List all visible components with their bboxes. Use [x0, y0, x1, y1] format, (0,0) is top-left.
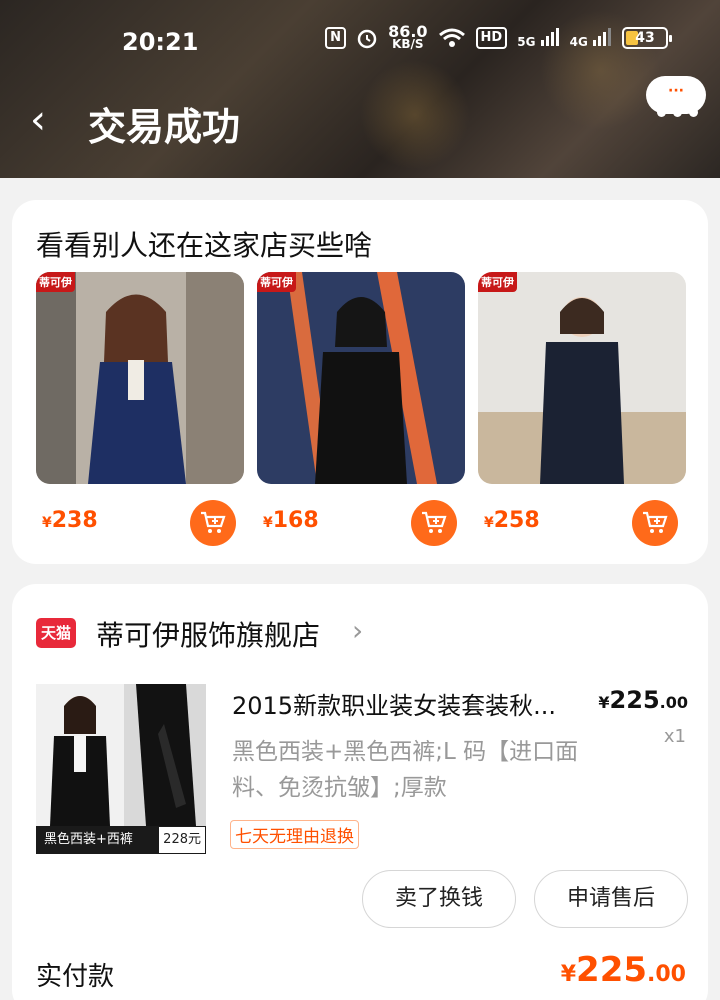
- cart-icon: [422, 511, 447, 533]
- status-icons: N 86.0 KB/S HD 5G 4G 43: [325, 22, 672, 51]
- alarm-icon: [357, 29, 377, 49]
- cart-icon: [643, 511, 668, 533]
- paid-label: 实付款: [36, 962, 115, 992]
- recommendation-title: 看看别人还在这家店买些啥: [36, 229, 373, 262]
- product-title[interactable]: 2015新款职业装女装套装秋...: [232, 686, 582, 721]
- product-quantity: x1: [663, 726, 686, 747]
- product-price: ¥225.00: [598, 686, 688, 714]
- status-time: 20:21: [122, 28, 199, 56]
- hd-icon: HD: [475, 27, 508, 49]
- shop-name[interactable]: 蒂可伊服饰旗舰店: [96, 614, 320, 654]
- add-to-cart-button[interactable]: [411, 500, 457, 546]
- after-sale-button[interactable]: 申请售后: [534, 870, 688, 928]
- product-image[interactable]: 蒂可伊: [478, 272, 686, 484]
- order-product-image[interactable]: 黑色西装+西裤 228元: [36, 684, 206, 854]
- top-header: 20:21 N 86.0 KB/S HD 5G 4G 43 ‹ 交易成功 ···: [0, 0, 720, 178]
- add-to-cart-button[interactable]: [190, 500, 236, 546]
- battery-icon: 43: [622, 27, 672, 49]
- recommendation-item[interactable]: 蒂可伊 ¥238: [36, 272, 244, 546]
- product-spec: 黑色西装+黑色西裤;L 码【进口面料、免烫抗皱】;厚款: [232, 739, 579, 801]
- page-title: 交易成功: [88, 105, 241, 149]
- message-bubble-icon[interactable]: ···: [646, 76, 706, 114]
- signal-4g-icon: 4G: [570, 27, 612, 49]
- brand-tag: 蒂可伊: [478, 272, 517, 292]
- paid-amount: ¥225.00: [560, 950, 686, 990]
- network-speed: 86.0 KB/S: [388, 22, 428, 51]
- back-button[interactable]: ‹: [30, 100, 46, 140]
- sell-button[interactable]: 卖了换钱: [362, 870, 516, 928]
- cart-icon: [201, 511, 226, 533]
- signal-5g-icon: 5G: [517, 27, 559, 49]
- recommendation-card: 看看别人还在这家店买些啥 蒂可伊 ¥238 蒂可伊 ¥168 蒂可伊 ¥258: [12, 200, 708, 564]
- brand-tag: 蒂可伊: [257, 272, 296, 292]
- brand-tag: 蒂可伊: [36, 272, 75, 292]
- add-to-cart-button[interactable]: [632, 500, 678, 546]
- product-image[interactable]: 蒂可伊: [36, 272, 244, 484]
- recommendation-price: ¥168: [263, 508, 319, 533]
- recommendation-item[interactable]: 蒂可伊 ¥168: [257, 272, 465, 546]
- chevron-right-icon[interactable]: ›: [352, 614, 363, 647]
- product-image[interactable]: 蒂可伊: [257, 272, 465, 484]
- return-policy-badge: 七天无理由退换: [230, 820, 359, 849]
- order-card: 天猫 蒂可伊服饰旗舰店 › 黑色西装+西裤 228元 2015新款职业装女装套装秋…: [12, 584, 708, 1000]
- recommendation-price: ¥258: [484, 508, 540, 533]
- recommendation-price: ¥238: [42, 508, 98, 533]
- wifi-icon: [438, 28, 465, 47]
- nfc-icon: N: [325, 27, 347, 49]
- recommendation-item[interactable]: 蒂可伊 ¥258: [478, 272, 686, 546]
- image-caption: 黑色西装+西裤 228元: [36, 826, 206, 854]
- tmall-logo-icon: 天猫: [36, 618, 76, 648]
